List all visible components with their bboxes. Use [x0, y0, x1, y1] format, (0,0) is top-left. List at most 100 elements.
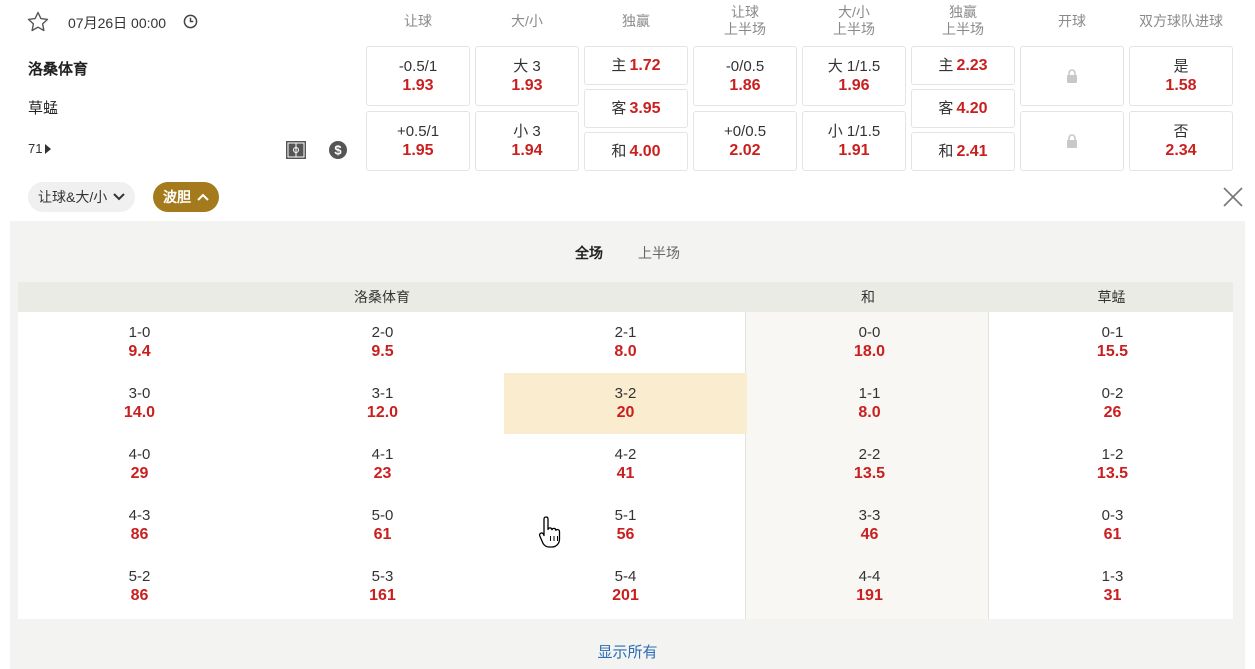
odds-value: 1.86	[729, 77, 761, 94]
period-tabs: 全场 上半场	[10, 243, 1245, 267]
show-all-link[interactable]: 显示所有	[10, 641, 1245, 662]
odds-line: 客	[611, 100, 627, 117]
chip-label: 让球&大/小	[38, 189, 108, 205]
svg-text:$: $	[334, 143, 342, 158]
col-header-btts: 双方球队进球	[1139, 13, 1223, 29]
col-header-handicap: 让球	[404, 13, 432, 29]
odds-cell-handicap-home[interactable]: -0.5/1 1.93	[366, 46, 470, 106]
caret-right-icon	[45, 143, 52, 154]
score-cell-home[interactable]: 3-0 14.0	[18, 373, 261, 434]
score-cell-home[interactable]: 4-2 41	[504, 434, 747, 495]
grid-header-away: 草蜢	[990, 282, 1233, 312]
score-cell-home[interactable]: 5-0 61	[261, 495, 504, 556]
odds-value: 1.93	[402, 77, 434, 94]
odds-line: -0.5/1	[398, 58, 438, 75]
odds-line: 是	[1173, 58, 1189, 75]
score-cell-away[interactable]: 0-3 61	[991, 495, 1234, 556]
odds-cell-handicap-away[interactable]: +0.5/1 1.95	[366, 111, 470, 171]
odds-cell-total-under[interactable]: 小 3 1.94	[475, 111, 579, 171]
score-label: 5-3	[371, 568, 394, 585]
col-header-moneyline: 独赢	[622, 13, 650, 29]
tab-first-half[interactable]: 上半场	[638, 243, 680, 267]
odds-cell-moneyline-1h-away[interactable]: 客 4.20	[911, 89, 1015, 128]
score-cell-home[interactable]: 3-1 12.0	[261, 373, 504, 434]
market-filter-chip-handicap-total[interactable]: 让球&大/小	[28, 182, 136, 212]
odds-cell-total-1h-over[interactable]: 大 1/1.5 1.96	[802, 46, 906, 106]
col-header-moneyline-1h-line1: 独赢	[949, 4, 977, 20]
odds-cell-handicap-1h-away[interactable]: +0/0.5 2.02	[693, 111, 797, 171]
odds-cell-moneyline-1h-draw[interactable]: 和 2.41	[911, 132, 1015, 171]
odds-cell-btts-no[interactable]: 否 2.34	[1129, 111, 1233, 171]
score-cell-draw[interactable]: 2-2 13.5	[748, 434, 991, 495]
odds-value: 1.72	[629, 57, 661, 74]
odds-cell-moneyline-draw[interactable]: 和 4.00	[584, 132, 688, 171]
stats-field-icon[interactable]	[285, 140, 307, 160]
odds-line: 大 3	[513, 58, 541, 75]
score-cell-home[interactable]: 5-4 201	[504, 556, 747, 617]
odds-value: 1.58	[1165, 77, 1197, 94]
grid-header-draw: 和	[746, 282, 990, 312]
lock-icon	[1067, 69, 1077, 83]
odds-cell-moneyline-1h-home[interactable]: 主 2.23	[911, 46, 1015, 85]
odds-value: 2.02	[729, 142, 761, 159]
market-filter-chip-correct-score[interactable]: 波胆	[153, 182, 219, 212]
score-cell-draw[interactable]: 0-0 18.0	[748, 312, 991, 373]
score-odds: 13.5	[1096, 465, 1129, 482]
score-cell-home[interactable]: 3-2 20	[504, 373, 747, 434]
score-cell-home[interactable]: 2-1 8.0	[504, 312, 747, 373]
hand-cursor-icon	[538, 516, 561, 548]
odds-value: 1.96	[838, 77, 870, 94]
score-cell-away[interactable]: 1-3 31	[991, 556, 1234, 617]
score-cell-home[interactable]: 5-2 86	[18, 556, 261, 617]
score-odds: 26	[1103, 404, 1122, 421]
odds-value: 1.91	[838, 142, 870, 159]
more-markets-link[interactable]: 71	[28, 141, 52, 156]
odds-value: 4.20	[956, 100, 988, 117]
correct-score-panel: 全场 上半场 洛桑体育 和 草蜢 1-0 9.4 2-0 9.5 2-1 8.0 3-0 14…	[10, 221, 1245, 669]
score-cell-home[interactable]: 5-3 161	[261, 556, 504, 617]
odds-cell-total-over[interactable]: 大 3 1.93	[475, 46, 579, 106]
score-label: 3-0	[128, 385, 151, 402]
col-header-total: 大/小	[511, 13, 543, 29]
favorite-star-icon[interactable]	[26, 10, 50, 34]
close-icon[interactable]	[1222, 186, 1244, 208]
score-label: 4-2	[614, 446, 637, 463]
odds-cell-btts-yes[interactable]: 是 1.58	[1129, 46, 1233, 106]
score-cell-draw[interactable]: 1-1 8.0	[748, 373, 991, 434]
odds-line: 小 1/1.5	[827, 123, 881, 140]
score-label: 1-0	[128, 324, 151, 341]
score-cell-away[interactable]: 0-2 26	[991, 373, 1234, 434]
score-odds: 20	[616, 404, 635, 421]
away-team-name: 草蜢	[28, 100, 59, 117]
cashout-dollar-icon[interactable]: $	[328, 140, 348, 160]
score-odds: 18.0	[853, 343, 886, 360]
score-cell-draw[interactable]: 3-3 46	[748, 495, 991, 556]
odds-line: 小 3	[513, 123, 541, 140]
score-cell-home[interactable]: 4-1 23	[261, 434, 504, 495]
odds-line: 和	[938, 143, 954, 160]
odds-cell-kickoff-locked-2	[1020, 111, 1124, 171]
match-card: 07月26日 00:00 洛桑体育 草蜢 71 $ 让球 大/小 独赢 让球 上…	[10, 0, 1245, 221]
score-odds: 161	[369, 587, 396, 604]
score-odds: 23	[373, 465, 392, 482]
odds-cell-moneyline-away[interactable]: 客 3.95	[584, 89, 688, 128]
score-cell-draw[interactable]: 4-4 191	[748, 556, 991, 617]
score-cell-home[interactable]: 1-0 9.4	[18, 312, 261, 373]
odds-cell-moneyline-home[interactable]: 主 1.72	[584, 46, 688, 85]
score-label: 5-4	[614, 568, 637, 585]
odds-cell-handicap-1h-home[interactable]: -0/0.5 1.86	[693, 46, 797, 106]
col-header-handicap-1h-line1: 让球	[731, 4, 759, 20]
score-label: 3-2	[614, 385, 637, 402]
score-odds: 29	[130, 465, 149, 482]
correct-score-grid: 洛桑体育 和 草蜢 1-0 9.4 2-0 9.5 2-1 8.0 3-0 14.0 3-1 12…	[18, 282, 1233, 619]
score-label: 3-3	[858, 507, 881, 524]
odds-value: 2.23	[956, 57, 988, 74]
score-cell-away[interactable]: 1-2 13.5	[991, 434, 1234, 495]
score-cell-away[interactable]: 0-1 15.5	[991, 312, 1234, 373]
score-odds: 41	[616, 465, 635, 482]
score-cell-home[interactable]: 4-3 86	[18, 495, 261, 556]
score-cell-home[interactable]: 4-0 29	[18, 434, 261, 495]
tab-full-time[interactable]: 全场	[575, 243, 603, 267]
odds-cell-total-1h-under[interactable]: 小 1/1.5 1.91	[802, 111, 906, 171]
score-cell-home[interactable]: 2-0 9.5	[261, 312, 504, 373]
